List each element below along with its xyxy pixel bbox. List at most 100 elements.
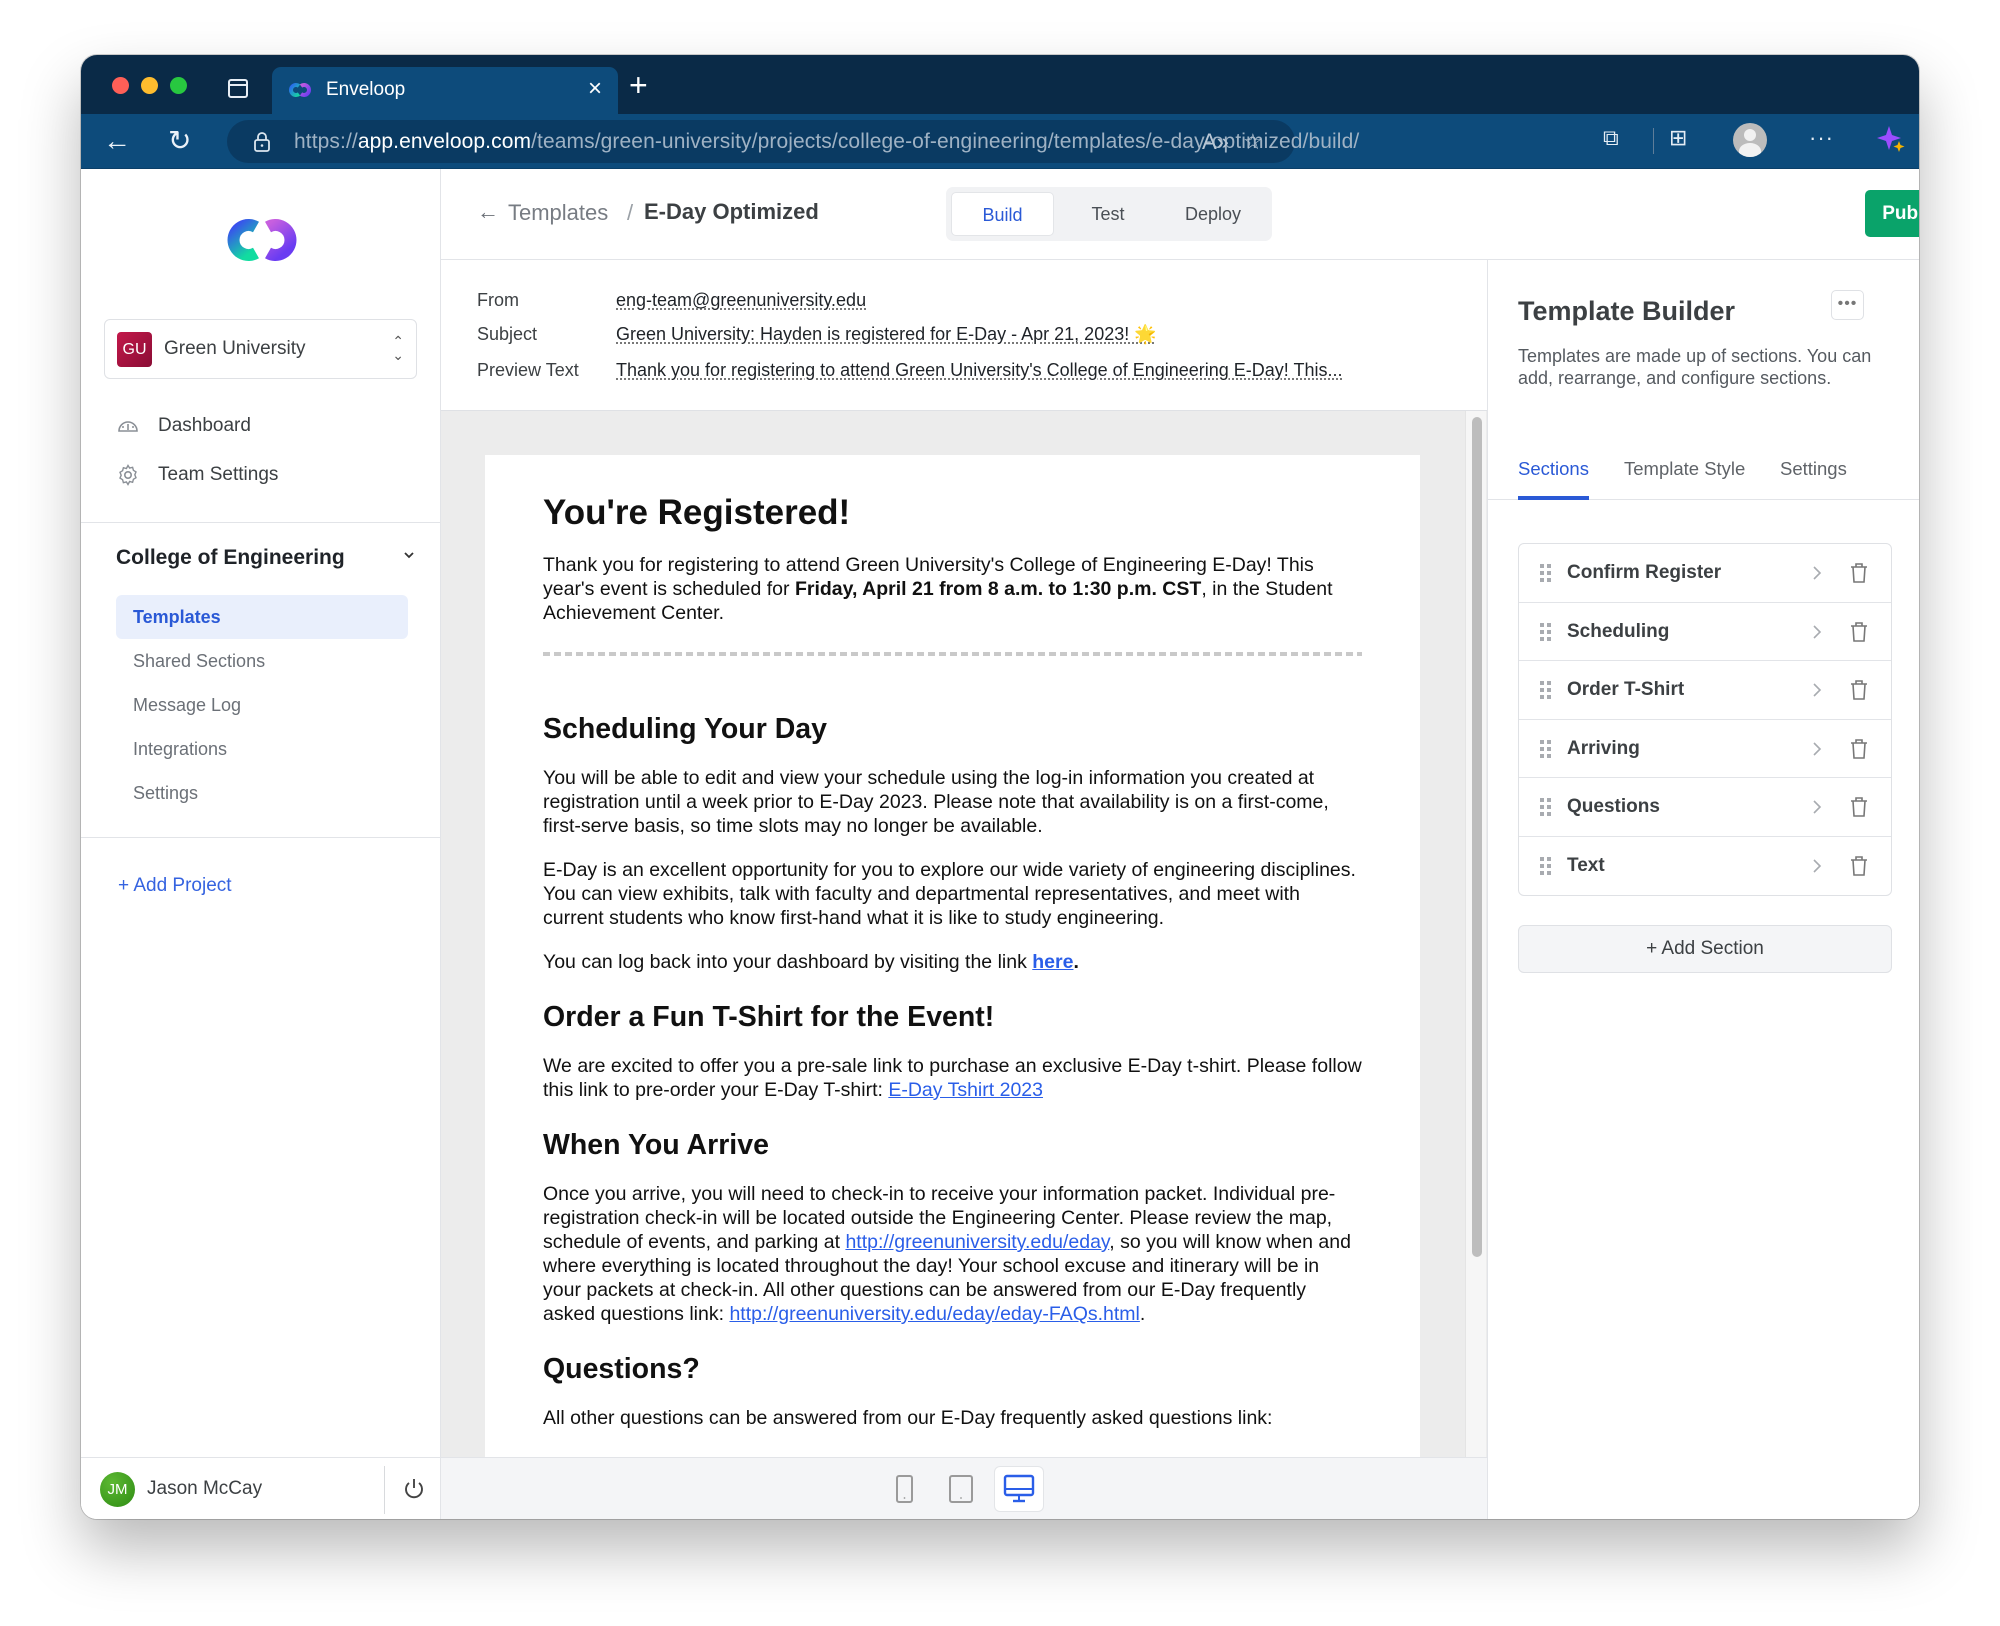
add-project-button[interactable]: + Add Project	[118, 875, 232, 897]
chevron-right-icon[interactable]	[1812, 565, 1822, 581]
maximize-window-button[interactable]	[170, 77, 187, 94]
drag-handle-icon[interactable]	[1540, 856, 1552, 876]
user-avatar[interactable]: JM	[100, 1472, 135, 1507]
email-heading-registered[interactable]: You're Registered!	[543, 492, 1362, 534]
drag-handle-icon[interactable]	[1540, 739, 1552, 759]
team-selector[interactable]: GU Green University ⌃ ⌄	[104, 319, 417, 379]
tshirt-link[interactable]: E-Day Tshirt 2023	[888, 1079, 1043, 1101]
section-item-order-tshirt[interactable]: Order T-Shirt	[1519, 661, 1891, 720]
tab-template-style[interactable]: Template Style	[1624, 458, 1745, 500]
tab-sidebar-icon[interactable]	[228, 79, 248, 98]
tab-deploy[interactable]: Deploy	[1158, 192, 1268, 236]
back-arrow-icon[interactable]: ←	[477, 199, 499, 225]
sidebar-item-shared-sections[interactable]: Shared Sections	[116, 639, 408, 683]
email-heading-tshirt[interactable]: Order a Fun T-Shirt for the Event!	[543, 1000, 1362, 1034]
trash-icon[interactable]	[1850, 562, 1868, 584]
tab-settings[interactable]: Settings	[1780, 458, 1847, 500]
address-bar[interactable]: https://app.enveloop.com/teams/green-uni…	[227, 120, 1359, 163]
preview-scrollbar[interactable]	[1465, 411, 1486, 1457]
panel-title: Template Builder	[1518, 296, 1736, 326]
section-item-scheduling[interactable]: Scheduling	[1519, 603, 1891, 661]
user-name[interactable]: Jason McCay	[147, 1478, 262, 1500]
section-item-questions[interactable]: Questions	[1519, 778, 1891, 837]
drag-handle-icon[interactable]	[1540, 622, 1552, 642]
back-arrow-icon[interactable]: ←	[103, 124, 131, 158]
sidebar-item-dashboard[interactable]: Dashboard	[116, 410, 251, 442]
read-aloud-icon[interactable]: A»	[1202, 129, 1229, 155]
chevron-right-icon[interactable]	[1812, 741, 1822, 757]
email-paragraph[interactable]: We are excited to offer you a pre-sale l…	[543, 1054, 1362, 1102]
more-options-icon[interactable]: •••	[1831, 290, 1864, 320]
profile-avatar-icon[interactable]	[1733, 123, 1767, 157]
minimize-window-button[interactable]	[141, 77, 158, 94]
sidebar-item-message-log[interactable]: Message Log	[116, 683, 408, 727]
app-root: GU Green University ⌃ ⌄ Dashboard Team Se…	[81, 169, 1919, 1519]
email-paragraph[interactable]: All other questions can be answered from…	[543, 1406, 1362, 1430]
tab-test[interactable]: Test	[1058, 192, 1158, 236]
browser-window: Enveloop × + ← ↻ https://app.enveloop.co…	[81, 55, 1919, 1519]
desktop-preview-button[interactable]	[994, 1466, 1044, 1512]
tab-sections[interactable]: Sections	[1518, 458, 1589, 500]
meta-from-label: From	[477, 290, 519, 310]
tab-build[interactable]: Build	[951, 192, 1054, 236]
scrollbar-thumb[interactable]	[1472, 417, 1482, 1257]
mobile-preview-button[interactable]	[879, 1466, 929, 1512]
browser-tab[interactable]: Enveloop ×	[272, 67, 618, 114]
copilot-sparkle-icon[interactable]	[1876, 124, 1906, 154]
eday-link[interactable]: http://greenuniversity.edu/eday	[845, 1231, 1109, 1253]
section-item-arriving[interactable]: Arriving	[1519, 720, 1891, 778]
email-paragraph[interactable]: You will be able to edit and view your s…	[543, 766, 1362, 838]
chevron-right-icon[interactable]	[1812, 799, 1822, 815]
project-title[interactable]: College of Engineering	[116, 546, 345, 570]
chevron-down-icon[interactable]	[403, 549, 415, 561]
template-builder-panel: Template Builder ••• Templates are made …	[1487, 260, 1919, 1519]
more-menu-icon[interactable]: ···	[1809, 125, 1834, 151]
breadcrumb-templates-link[interactable]: Templates	[508, 200, 608, 226]
email-heading-scheduling[interactable]: Scheduling Your Day	[543, 712, 1362, 746]
publish-button[interactable]: Publish	[1865, 190, 1919, 237]
user-bar: JM Jason McCay	[81, 1457, 440, 1519]
collections-icon[interactable]: ⊞	[1669, 125, 1687, 151]
sidebar-item-integrations[interactable]: Integrations	[116, 727, 408, 771]
email-paragraph[interactable]: E-Day is an excellent opportunity for yo…	[543, 858, 1362, 930]
close-tab-icon[interactable]: ×	[588, 75, 602, 103]
chevron-right-icon[interactable]	[1812, 624, 1822, 640]
section-item-text[interactable]: Text	[1519, 837, 1891, 896]
tab-title: Enveloop	[326, 79, 406, 100]
drag-handle-icon[interactable]	[1540, 681, 1552, 700]
faq-link[interactable]: http://greenuniversity.edu/eday/eday-FAQ…	[729, 1303, 1139, 1325]
power-logout-icon[interactable]	[403, 1476, 425, 1500]
trash-icon[interactable]	[1850, 679, 1868, 701]
sidebar-item-templates[interactable]: Templates	[116, 595, 408, 639]
email-heading-arrive[interactable]: When You Arrive	[543, 1128, 1362, 1162]
drag-handle-icon[interactable]	[1540, 798, 1552, 817]
meta-from-value[interactable]: eng-team@greenuniversity.edu	[616, 290, 866, 311]
add-favorite-star-icon[interactable]: ☆	[1243, 129, 1263, 155]
trash-icon[interactable]	[1850, 796, 1868, 818]
meta-preview-value[interactable]: Thank you for registering to attend Gree…	[616, 360, 1342, 381]
enveloop-logo-icon[interactable]	[216, 217, 308, 263]
email-paragraph[interactable]: You can log back into your dashboard by …	[543, 950, 1362, 974]
close-window-button[interactable]	[112, 77, 129, 94]
page-title: E-Day Optimized	[644, 199, 819, 224]
new-tab-icon[interactable]: +	[629, 69, 648, 101]
email-heading-questions[interactable]: Questions?	[543, 1352, 1362, 1386]
extensions-puzzle-icon[interactable]: ⧉	[1603, 125, 1619, 151]
email-meta: From eng-team@greenuniversity.edu Subjec…	[441, 260, 1487, 411]
trash-icon[interactable]	[1850, 738, 1868, 760]
dashboard-here-link[interactable]: here	[1032, 951, 1073, 973]
trash-icon[interactable]	[1850, 855, 1868, 877]
email-paragraph[interactable]: Once you arrive, you will need to check-…	[543, 1182, 1362, 1326]
chevron-right-icon[interactable]	[1812, 682, 1822, 698]
reload-icon[interactable]: ↻	[168, 124, 191, 158]
section-item-confirm-register[interactable]: Confirm Register	[1519, 544, 1891, 603]
sidebar-item-team-settings[interactable]: Team Settings	[116, 459, 278, 491]
meta-subject-value[interactable]: Green University: Hayden is registered f…	[616, 324, 1157, 345]
chevron-right-icon[interactable]	[1812, 858, 1822, 874]
add-section-button[interactable]: + Add Section	[1518, 925, 1892, 973]
tablet-preview-button[interactable]	[936, 1466, 986, 1512]
trash-icon[interactable]	[1850, 621, 1868, 643]
sidebar-item-settings[interactable]: Settings	[116, 771, 408, 815]
email-intro-paragraph[interactable]: Thank you for registering to attend Gree…	[543, 553, 1362, 625]
drag-handle-icon[interactable]	[1540, 564, 1552, 583]
